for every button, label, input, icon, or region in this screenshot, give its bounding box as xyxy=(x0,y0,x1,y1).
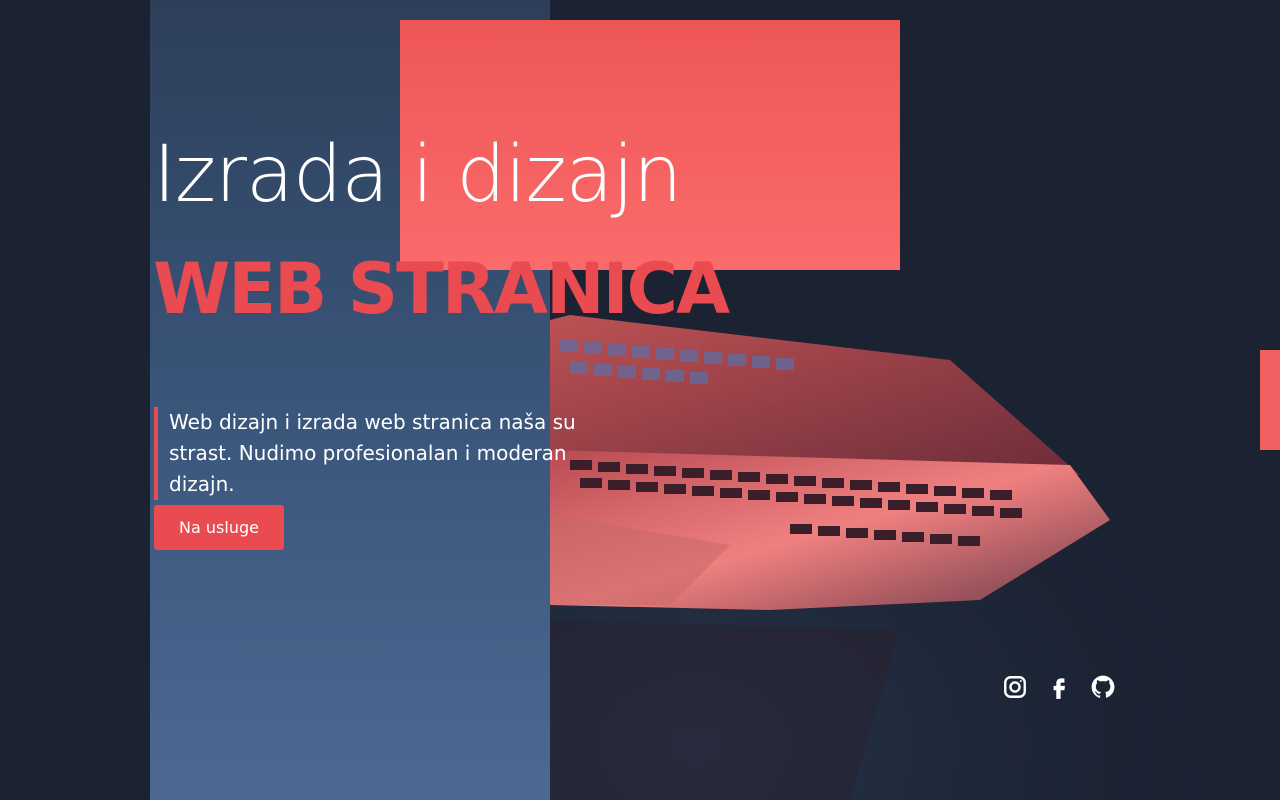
laptop-photo xyxy=(550,260,1280,800)
hero-description: Web dizajn i izrada web stranica naša su… xyxy=(154,407,619,500)
instagram-link[interactable] xyxy=(1002,674,1028,700)
hero-section: Izrada i dizajn WEB STRANICA Web dizajn … xyxy=(0,0,1280,800)
services-button[interactable]: Na usluge xyxy=(154,505,284,550)
hero-title-bold: WEB STRANICA xyxy=(153,248,730,330)
instagram-icon xyxy=(1004,676,1026,698)
github-link[interactable] xyxy=(1090,674,1116,700)
facebook-link[interactable] xyxy=(1046,674,1072,700)
side-accent-tab xyxy=(1260,350,1280,450)
hero-title-light: Izrada i dizajn xyxy=(153,130,682,220)
facebook-icon xyxy=(1053,678,1065,699)
github-icon xyxy=(1091,675,1115,698)
social-links xyxy=(1002,674,1116,700)
